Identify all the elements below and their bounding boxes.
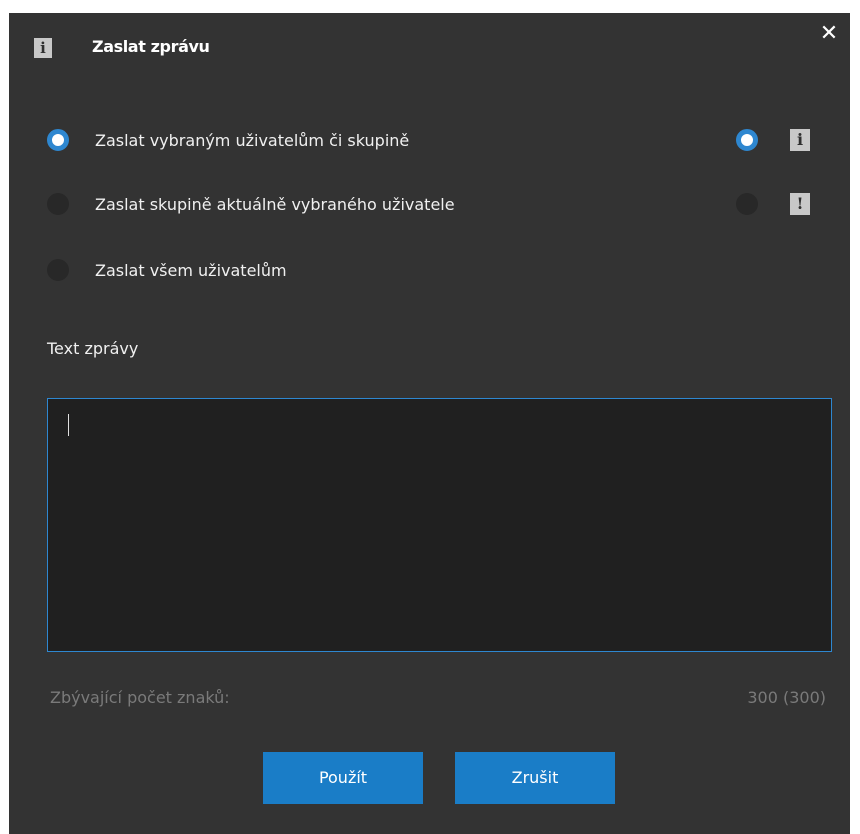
- radio-label: Zaslat skupině aktuálně vybraného uživat…: [95, 194, 455, 214]
- text-caret: [68, 414, 69, 436]
- radio-button[interactable]: [47, 193, 69, 215]
- info-icon[interactable]: i: [790, 129, 810, 151]
- radio-label: Zaslat všem uživatelům: [95, 260, 287, 280]
- remaining-chars-value: 300 (300): [747, 688, 826, 707]
- send-message-dialog: i Zaslat zprávu ✕ Zaslat vybraným uživat…: [9, 13, 850, 834]
- radio-option-selected-users[interactable]: Zaslat vybraným uživatelům či skupině: [47, 126, 409, 154]
- message-textarea[interactable]: [47, 398, 832, 652]
- cancel-button[interactable]: Zrušit: [455, 752, 615, 804]
- radio-button[interactable]: [47, 259, 69, 281]
- info-icon: i: [34, 38, 52, 58]
- message-text-label: Text zprávy: [47, 339, 139, 358]
- apply-button[interactable]: Použít: [263, 752, 423, 804]
- radio-option-all-users[interactable]: Zaslat všem uživatelům: [47, 256, 287, 284]
- radio-option-current-group[interactable]: Zaslat skupině aktuálně vybraného uživat…: [47, 190, 455, 218]
- dialog-title: Zaslat zprávu: [92, 37, 210, 56]
- radio-label: Zaslat vybraným uživatelům či skupině: [95, 130, 410, 150]
- radio-button[interactable]: [47, 129, 69, 151]
- message-type-info-radio[interactable]: [736, 129, 758, 151]
- remaining-chars-label: Zbývající počet znaků:: [50, 688, 230, 707]
- warning-icon[interactable]: !: [790, 193, 810, 215]
- message-type-warning-radio[interactable]: [736, 193, 758, 215]
- close-button[interactable]: ✕: [818, 23, 840, 45]
